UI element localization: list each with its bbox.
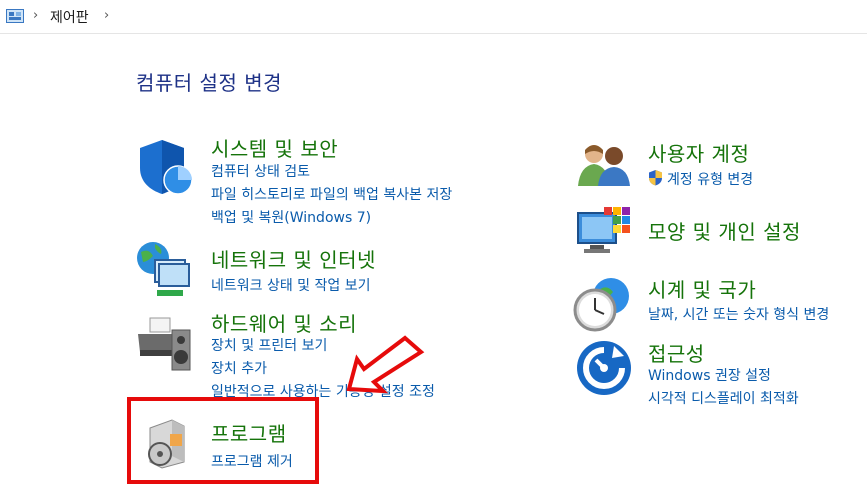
category-ease-of-access[interactable]: 접근성 (648, 338, 705, 367)
category-clock-region[interactable]: 시계 및 국가 (648, 274, 756, 303)
link-mobility-settings[interactable]: 일반적으로 사용하는 기동성 설정 조정 (211, 381, 435, 401)
users-icon (578, 145, 630, 186)
monitor-palette-icon (577, 207, 630, 253)
category-hardware-sound[interactable]: 하드웨어 및 소리 (211, 308, 357, 337)
link-devices-printers[interactable]: 장치 및 프린터 보기 (211, 335, 327, 355)
category-programs[interactable]: 프로그램 (211, 418, 287, 447)
link-date-time-number-format[interactable]: 날짜, 시간 또는 숫자 형식 변경 (648, 304, 829, 324)
chevron-right-icon[interactable]: › (104, 8, 109, 23)
link-review-computer-status[interactable]: 컴퓨터 상태 검토 (211, 161, 310, 181)
link-file-history-backup[interactable]: 파일 히스토리로 파일의 백업 복사본 저장 (211, 184, 452, 204)
link-backup-restore[interactable]: 백업 및 복원(Windows 7) (211, 207, 371, 227)
category-user-accounts[interactable]: 사용자 계정 (648, 138, 749, 167)
chevron-right-icon[interactable]: › (33, 8, 38, 23)
printer-speaker-icon (138, 317, 191, 371)
page-title: 컴퓨터 설정 변경 (136, 71, 283, 95)
link-windows-recommended-settings[interactable]: Windows 권장 설정 (648, 365, 771, 385)
control-panel-icon (6, 9, 24, 23)
link-optimize-visual-display[interactable]: 시각적 디스플레이 최적화 (648, 388, 799, 408)
link-add-device[interactable]: 장치 추가 (211, 358, 267, 378)
shield-icon (140, 140, 193, 195)
programs-disc-icon (148, 419, 185, 469)
link-change-account-type[interactable]: 계정 유형 변경 (667, 169, 753, 189)
address-bar[interactable]: › 제어판 › (0, 0, 867, 34)
category-system-security[interactable]: 시스템 및 보안 (211, 133, 338, 162)
category-network-internet[interactable]: 네트워크 및 인터넷 (211, 244, 376, 273)
link-network-status-tasks[interactable]: 네트워크 상태 및 작업 보기 (211, 275, 370, 295)
accessibility-icon (577, 341, 631, 395)
category-appearance-personalization[interactable]: 모양 및 개인 설정 (648, 216, 801, 245)
uac-shield-icon (649, 170, 662, 186)
link-uninstall-program[interactable]: 프로그램 제거 (211, 451, 293, 471)
network-globe-icon (137, 242, 190, 296)
clock-globe-icon (573, 278, 629, 332)
breadcrumb-control-panel[interactable]: 제어판 (50, 7, 89, 27)
